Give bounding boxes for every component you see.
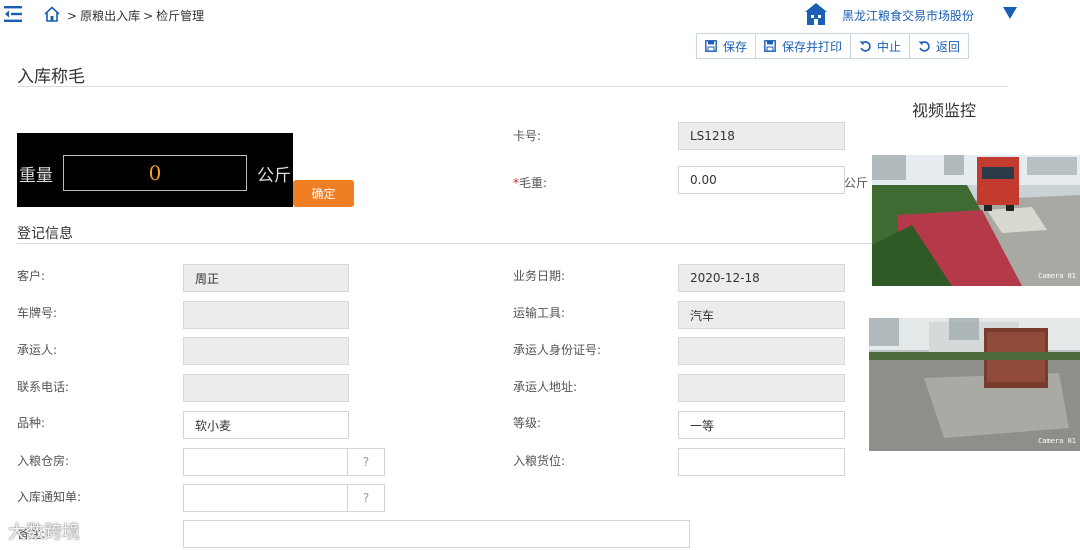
warehouse-lookup-button[interactable]: ? xyxy=(347,448,385,476)
scale-readout: 0 xyxy=(63,155,247,191)
grade-label: 等级: xyxy=(513,416,542,430)
inbound-notice-label: 入库通知单: xyxy=(17,490,82,504)
variety-field[interactable]: 软小麦 xyxy=(183,411,349,439)
save-icon xyxy=(764,40,776,52)
gross-weight-label: *毛重: xyxy=(513,174,547,191)
storage-slot-label: 入粮货位: xyxy=(513,454,566,468)
customer-field[interactable]: 周正 xyxy=(183,264,349,292)
top-bar: > 原粮出入库 > 检斤管理 黑龙江粮食交易市场股份 xyxy=(0,0,1080,30)
inbound-notice-field[interactable] xyxy=(183,484,349,512)
scale-display: 重量 0 公斤 xyxy=(17,133,293,207)
scale-weight-label: 重量 xyxy=(19,166,53,186)
undo-icon xyxy=(859,41,871,52)
save-button-label: 保存 xyxy=(723,39,748,54)
variety-label: 品种: xyxy=(17,416,46,430)
divider xyxy=(17,243,872,244)
home-icon[interactable] xyxy=(43,5,61,23)
camera-feed-1[interactable]: Camera 01 xyxy=(872,155,1080,286)
business-date-field[interactable]: 2020-12-18 xyxy=(678,264,845,292)
abort-button-label: 中止 xyxy=(877,39,902,54)
save-icon xyxy=(705,40,717,52)
remark-field[interactable] xyxy=(183,520,690,548)
breadcrumb: > 原粮出入库 > 检斤管理 xyxy=(64,7,204,24)
organization-name[interactable]: 黑龙江粮食交易市场股份 xyxy=(842,7,974,24)
gross-weight-unit: 公斤 xyxy=(844,176,869,190)
plate-number-field[interactable] xyxy=(183,301,349,329)
phone-field[interactable] xyxy=(183,374,349,402)
inbound-notice-lookup-button[interactable]: ? xyxy=(347,484,385,512)
page-title: 入库称毛 xyxy=(17,67,85,87)
customer-label: 客户: xyxy=(17,269,46,283)
camera-image xyxy=(869,318,1080,451)
video-monitor-title: 视频监控 xyxy=(912,101,977,120)
abort-button[interactable]: 中止 xyxy=(850,33,911,59)
card-number-field[interactable]: LS1218 xyxy=(678,122,845,150)
organization-icon xyxy=(805,3,827,25)
menu-collapse-icon[interactable] xyxy=(4,6,22,22)
transport-field[interactable]: 汽车 xyxy=(678,301,845,329)
caret-down-icon[interactable] xyxy=(1003,6,1017,20)
gross-weight-label-text: 毛重: xyxy=(519,176,548,190)
camera-tag: Camera 01 xyxy=(1038,272,1076,280)
carrier-address-label: 承运人地址: xyxy=(513,380,578,394)
card-number-label: 卡号: xyxy=(513,129,542,143)
breadcrumb-separator: > xyxy=(67,9,78,23)
save-button[interactable]: 保存 xyxy=(696,33,757,59)
back-button-label: 返回 xyxy=(936,39,961,54)
warehouse-label: 入粮仓房: xyxy=(17,454,70,468)
camera-feed-2[interactable]: Camera 01 xyxy=(869,318,1080,451)
scale-unit: 公斤 xyxy=(257,166,291,186)
save-and-print-button[interactable]: 保存并打印 xyxy=(755,33,852,59)
register-section-title: 登记信息 xyxy=(17,226,73,242)
breadcrumb-item-weighing[interactable]: 检斤管理 xyxy=(156,9,204,23)
phone-label: 联系电话: xyxy=(17,380,70,394)
carrier-id-field[interactable] xyxy=(678,337,845,365)
breadcrumb-separator: > xyxy=(143,9,154,23)
watermark: 大数跨境 xyxy=(8,522,80,543)
carrier-field[interactable] xyxy=(183,337,349,365)
confirm-weight-button[interactable]: 确定 xyxy=(293,180,354,207)
warehouse-field[interactable] xyxy=(183,448,349,476)
back-button[interactable]: 返回 xyxy=(909,33,970,59)
save-and-print-button-label: 保存并打印 xyxy=(782,39,843,54)
carrier-label: 承运人: xyxy=(17,343,58,357)
business-date-label: 业务日期: xyxy=(513,269,566,283)
plate-number-label: 车牌号: xyxy=(17,306,58,320)
camera-image xyxy=(872,155,1080,286)
action-toolbar: 保存 保存并打印 中止 返回 xyxy=(696,33,970,59)
camera-tag: Camera 01 xyxy=(1038,437,1076,445)
scale-value: 0 xyxy=(148,161,162,185)
divider xyxy=(17,86,1008,87)
carrier-id-label: 承运人身份证号: xyxy=(513,343,602,357)
carrier-address-field[interactable] xyxy=(678,374,845,402)
gross-weight-field[interactable]: 0.00 xyxy=(678,166,845,194)
transport-label: 运输工具: xyxy=(513,306,566,320)
storage-slot-field[interactable] xyxy=(678,448,845,476)
grade-field[interactable]: 一等 xyxy=(678,411,845,439)
breadcrumb-item-grain-io[interactable]: 原粮出入库 xyxy=(80,9,140,23)
undo-icon xyxy=(918,41,930,52)
